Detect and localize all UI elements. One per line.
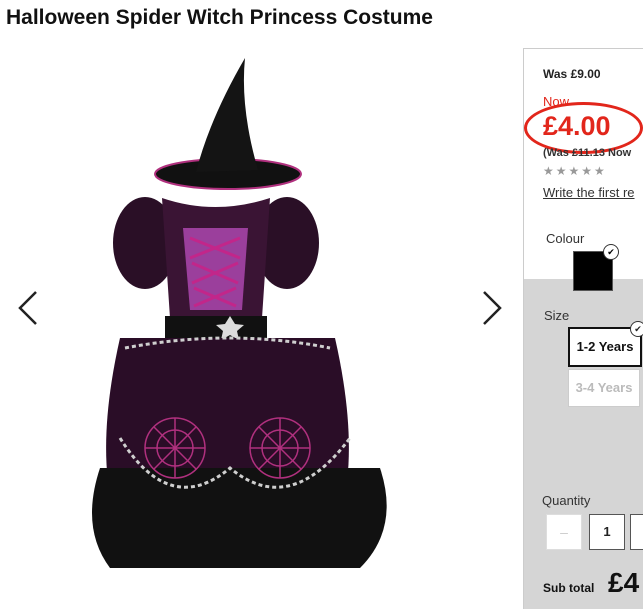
price-note: (Was £11.13 Now — [543, 147, 632, 159]
was-price: Was £9.00 — [543, 67, 601, 81]
witch-hat — [154, 58, 302, 190]
quantity-input[interactable]: 1 — [589, 514, 625, 550]
subtotal-label: Sub total — [543, 581, 595, 595]
size-label: Size — [544, 308, 570, 323]
quantity-increase-button[interactable] — [630, 514, 643, 550]
chevron-right-icon[interactable] — [476, 288, 506, 328]
subtotal-value: £4 — [608, 567, 640, 598]
product-gallery — [0, 48, 520, 605]
now-price: £4.00 — [543, 111, 611, 141]
size-option-3-4-years[interactable]: 3-4 Years — [568, 369, 640, 407]
colour-label: Colour — [546, 231, 585, 246]
chevron-left-icon[interactable] — [14, 288, 44, 328]
quantity-label: Quantity — [542, 493, 591, 508]
check-icon: ✔ — [603, 244, 619, 260]
write-review-link[interactable]: Write the first re — [543, 185, 635, 200]
quantity-decrease-button[interactable]: – — [546, 514, 582, 550]
product-image — [92, 58, 387, 568]
check-icon: ✔ — [630, 321, 643, 337]
page-title: Halloween Spider Witch Princess Costume — [6, 6, 433, 29]
rating-stars-icon: ★★★★★ — [543, 164, 607, 178]
purchase-panel: Was £9.00 Now £4.00 (Was £11.13 Now ★★★★… — [523, 48, 643, 609]
